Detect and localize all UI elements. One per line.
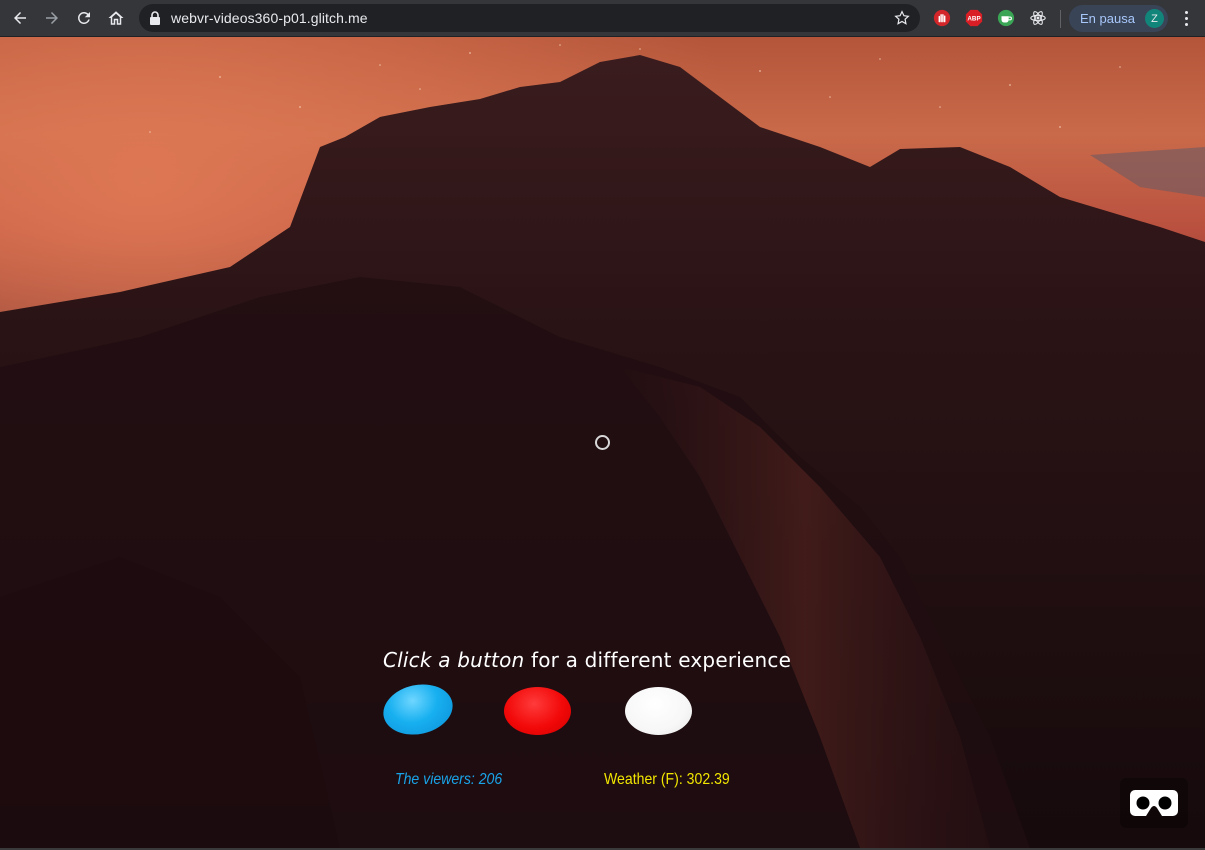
toolbar-divider (1060, 10, 1061, 28)
vr-scene-canvas[interactable]: Click a button for a different experienc… (0, 37, 1205, 848)
adblock-plus-icon: ABP (965, 9, 983, 27)
reload-icon (77, 11, 90, 24)
coffee-cup-extension-button[interactable] (996, 8, 1016, 28)
kebab-dot-icon (1184, 10, 1188, 14)
address-bar[interactable]: webvr-videos360-p01.glitch.me (139, 4, 920, 32)
prompt-rest-text: for a different experience (524, 648, 792, 672)
stop-hand-icon (933, 9, 951, 27)
kebab-dot-icon (1184, 16, 1188, 20)
white-experience-button[interactable] (625, 687, 692, 735)
forward-button[interactable] (36, 2, 68, 34)
bookmark-star-button[interactable] (892, 8, 912, 28)
enter-vr-button[interactable] (1120, 778, 1188, 828)
react-devtools-icon (1030, 11, 1046, 25)
profile-chip[interactable]: En pausa Z (1069, 5, 1168, 32)
prompt-italic-text: Click a button (383, 648, 525, 672)
svg-text:ABP: ABP (967, 16, 980, 23)
coffee-cup-icon (997, 9, 1015, 27)
red-experience-button[interactable] (504, 687, 571, 735)
avatar: Z (1145, 9, 1164, 28)
home-button[interactable] (100, 2, 132, 34)
lock-icon (150, 11, 160, 25)
gaze-cursor-ring (595, 435, 610, 450)
react-devtools-extension-button[interactable] (1028, 8, 1048, 28)
viewers-count: The viewers: 206 (395, 771, 503, 788)
browser-menu-button[interactable] (1178, 8, 1194, 28)
kebab-dot-icon (1184, 22, 1188, 26)
vr-headset-icon (1130, 790, 1178, 816)
back-button[interactable] (4, 2, 36, 34)
star-icon (894, 10, 910, 25)
arrow-right-icon (46, 12, 58, 24)
arrow-left-icon (14, 12, 26, 24)
stop-hand-extension-button[interactable] (932, 8, 952, 28)
browser-toolbar: webvr-videos360-p01.glitch.me ABP En pau… (0, 0, 1205, 37)
url-text: webvr-videos360-p01.glitch.me (171, 10, 368, 26)
profile-status-label: En pausa (1080, 11, 1135, 26)
adblock-plus-extension-button[interactable]: ABP (964, 8, 984, 28)
reload-button[interactable] (68, 2, 100, 34)
home-icon (108, 11, 124, 25)
weather-readout: Weather (F): 302.39 (604, 771, 730, 788)
experience-prompt: Click a button for a different experienc… (383, 648, 791, 672)
